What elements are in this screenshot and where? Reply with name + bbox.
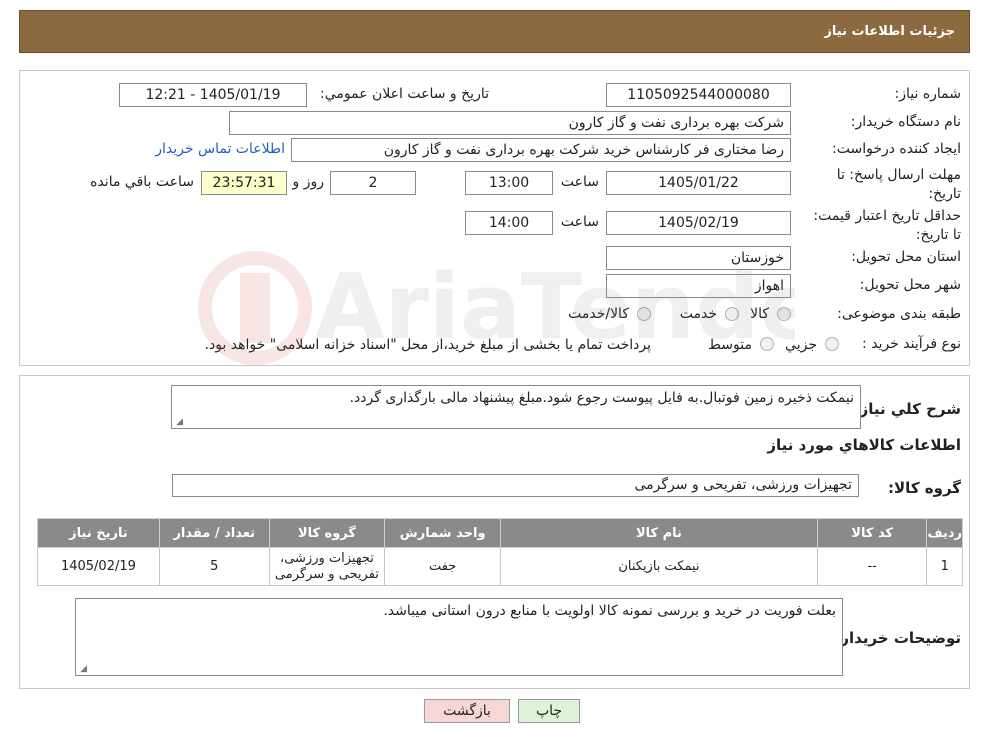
announce-label: تاریخ و ساعت اعلان عمومي: — [320, 86, 489, 102]
days-label: روز و — [292, 174, 325, 190]
goods-group-label: گروه کالا: — [888, 479, 961, 497]
goods-table-header: ردیف کد کالا نام کالا واحد شمارش گروه کا… — [37, 518, 963, 548]
goods-group-field: تجهیزات ورزشی، تفریحی و سرگرمی — [172, 474, 859, 497]
announce-field: 1405/01/19 - 12:21 — [119, 83, 307, 107]
goods-table: ردیف کد کالا نام کالا واحد شمارش گروه کا… — [37, 518, 963, 586]
back-button[interactable]: بازگشت — [424, 699, 510, 723]
col-group: گروه کالا — [268, 518, 386, 548]
category-option-service: خدمت — [679, 306, 717, 322]
validity-date-field: 1405/02/19 — [606, 211, 791, 235]
cell-code: -- — [816, 547, 928, 586]
buyer-notes-text: بعلت فوریت در خرید و بررسی نمونه کالا او… — [383, 603, 836, 619]
validity-label: حداقل تاریخ اعتبار قیمت: تا تاریخ: — [813, 208, 961, 243]
process-label: نوع فرآیند خرید : — [862, 336, 961, 352]
cell-date: 1405/02/19 — [37, 547, 160, 586]
process-radio-minor[interactable] — [825, 337, 839, 351]
province-field: خوزستان — [606, 246, 791, 270]
page-title: جزئیات اطلاعات نیاز — [824, 24, 955, 39]
col-qty: تعداد / مقدار — [158, 518, 270, 548]
need-details-panel: شرح کلي نیاز: نیمکت ذخیره زمین فوتبال.به… — [19, 375, 970, 689]
city-field: اهواز — [606, 274, 791, 298]
creator-label: ایجاد کننده درخواست: — [832, 141, 961, 157]
goods-info-title: اطلاعات کالاهاي مورد نیاز — [767, 436, 961, 454]
process-option-minor: جزیي — [785, 337, 817, 353]
deadline-label: مهلت ارسال پاسخ: تا تاریخ: — [836, 167, 961, 202]
cell-qty: 5 — [158, 547, 270, 586]
resize-grip-icon[interactable]: ◢ — [79, 665, 87, 674]
col-name: نام کالا — [500, 518, 818, 548]
page-header: جزئیات اطلاعات نیاز — [19, 10, 970, 53]
table-row: 1 -- نیمکت بازیکنان جفت تجهیزات ورزشی، ت… — [37, 547, 963, 586]
description-text: نیمکت ذخیره زمین فوتبال.به فایل پیوست رج… — [349, 390, 854, 406]
cell-name: نیمکت بازیکنان — [500, 547, 818, 586]
description-label: شرح کلي نیاز: — [853, 400, 961, 418]
deadline-time-label: ساعت — [560, 174, 599, 190]
process-radio-medium[interactable] — [760, 337, 774, 351]
category-radio-goods-service[interactable] — [637, 307, 651, 321]
cell-unit: جفت — [384, 547, 502, 586]
col-date: تاریخ نیاز — [37, 518, 160, 548]
category-option-goods: کالا — [750, 306, 769, 322]
days-field: 2 — [330, 171, 416, 195]
category-option-goods-service: کالا/خدمت — [568, 306, 629, 322]
col-row: ردیف — [926, 518, 963, 548]
buyer-org-field: شرکت بهره برداری نفت و گاز کارون — [229, 111, 791, 135]
buyer-contact-link[interactable]: اطلاعات تماس خریدار — [155, 141, 285, 157]
category-label: طبقه بندی موضوعی: — [837, 306, 961, 322]
process-note: پرداخت تمام یا بخشی از مبلغ خرید،از محل … — [204, 337, 651, 353]
deadline-time-field: 13:00 — [465, 171, 553, 195]
need-number-field: 1105092544000080 — [606, 83, 791, 107]
deadline-date-field: 1405/01/22 — [606, 171, 791, 195]
validity-time-field: 14:00 — [465, 211, 553, 235]
remaining-label: ساعت باقي مانده — [90, 174, 194, 190]
col-code: کد کالا — [816, 518, 928, 548]
city-label: شهر محل تحویل: — [859, 277, 961, 293]
need-number-label: شماره نیاز: — [894, 86, 962, 102]
print-button[interactable]: چاپ — [518, 699, 580, 723]
province-label: استان محل تحویل: — [851, 249, 961, 265]
creator-field: رضا مختاری فر کارشناس خرید شرکت بهره برد… — [291, 138, 791, 162]
buyer-notes-label: توضیحات خریدار: — [834, 629, 961, 647]
description-textarea[interactable]: نیمکت ذخیره زمین فوتبال.به فایل پیوست رج… — [171, 385, 861, 429]
category-radio-service[interactable] — [725, 307, 739, 321]
resize-grip-icon[interactable]: ◢ — [175, 418, 183, 427]
buyer-notes-textarea[interactable]: بعلت فوریت در خرید و بررسی نمونه کالا او… — [75, 598, 843, 676]
col-unit: واحد شمارش — [384, 518, 502, 548]
validity-time-label: ساعت — [560, 214, 599, 230]
buyer-org-label: نام دستگاه خریدار: — [850, 114, 961, 130]
need-info-panel: شماره نیاز: 1105092544000080 تاریخ و ساع… — [19, 70, 970, 366]
category-radio-goods[interactable] — [777, 307, 791, 321]
cell-group: تجهیزات ورزشی، تفریحی و سرگرمی — [268, 547, 386, 586]
process-option-medium: متوسط — [708, 337, 752, 353]
remaining-time-field: 23:57:31 — [201, 171, 287, 195]
cell-row: 1 — [926, 547, 963, 586]
